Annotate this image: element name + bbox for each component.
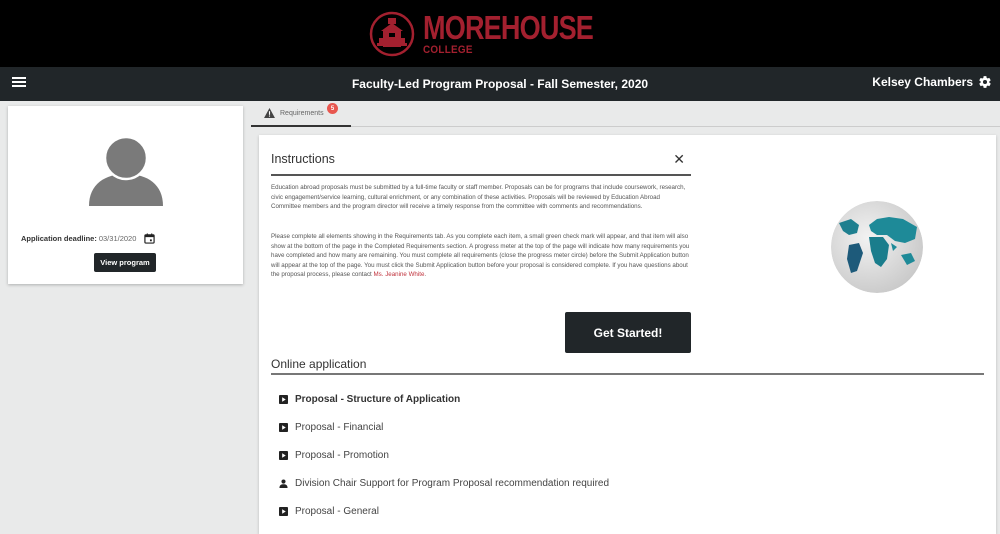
list-item[interactable]: Proposal - Structure of Application <box>279 385 609 413</box>
calendar-icon[interactable] <box>144 233 156 244</box>
app-bar: Faculty-Led Program Proposal - Fall Seme… <box>0 67 1000 101</box>
page-title: Faculty-Led Program Proposal - Fall Seme… <box>351 77 649 91</box>
profile-card: Application deadline: 03/31/2020 View pr… <box>8 106 243 284</box>
user-name[interactable]: Kelsey Chambers <box>872 75 973 89</box>
brand-header: MOREHOUSE COLLEGE <box>0 0 1000 67</box>
list-item[interactable]: Division Chair Support for Program Propo… <box>279 469 609 497</box>
instructions-paragraph: Please complete all elements showing in … <box>271 232 691 280</box>
form-icon <box>279 506 288 516</box>
warning-triangle-icon <box>264 108 275 118</box>
deadline-label: Application deadline: <box>21 234 97 243</box>
tab-requirements[interactable]: Requirements 5 <box>251 101 351 127</box>
person-icon <box>279 478 288 488</box>
application-list: Proposal - Structure of Application Prop… <box>279 385 609 525</box>
online-application-title: Online application <box>271 357 367 371</box>
instructions-text: Please complete all elements showing in … <box>271 233 690 279</box>
get-started-button[interactable]: Get Started! <box>565 312 691 353</box>
gear-icon[interactable] <box>978 75 992 89</box>
list-item[interactable]: Proposal - General <box>279 497 609 525</box>
list-item-label: Proposal - General <box>295 505 379 517</box>
instructions-title: Instructions <box>271 152 335 166</box>
list-item[interactable]: Proposal - Financial <box>279 413 609 441</box>
online-application-header: Online application <box>271 355 984 375</box>
list-item-label: Division Chair Support for Program Propo… <box>295 477 610 489</box>
instructions-paragraph: Education abroad proposals must be submi… <box>271 184 686 211</box>
tab-bar: Requirements 5 <box>251 101 1000 127</box>
view-program-button[interactable]: View program <box>94 253 156 272</box>
main-content-card: Instructions ✕ Education abroad proposal… <box>259 135 996 534</box>
tab-label: Requirements <box>280 109 324 117</box>
list-item-label: Proposal - Financial <box>295 421 384 433</box>
person-silhouette-icon <box>89 135 163 206</box>
list-item[interactable]: Proposal - Promotion <box>279 441 609 469</box>
instructions-text-end: . <box>424 271 427 279</box>
application-deadline: Application deadline: 03/31/2020 <box>21 233 156 244</box>
college-logo[interactable]: MOREHOUSE COLLEGE <box>369 11 630 57</box>
user-menu[interactable]: Kelsey Chambers <box>872 75 992 89</box>
form-icon <box>279 450 288 460</box>
college-name: MOREHOUSE <box>423 9 594 46</box>
form-icon <box>279 422 288 432</box>
college-seal-icon <box>370 11 415 56</box>
hamburger-menu-icon[interactable] <box>12 77 26 91</box>
close-icon[interactable]: ✕ <box>673 152 685 166</box>
world-globe-image <box>831 201 923 293</box>
contact-link[interactable]: Ms. Jeanine White <box>374 271 425 278</box>
form-icon <box>279 394 288 404</box>
college-subtitle: COLLEGE <box>423 44 474 56</box>
instructions-header: Instructions ✕ <box>271 149 691 176</box>
deadline-value: 03/31/2020 <box>98 234 137 243</box>
requirements-count-badge: 5 <box>327 103 338 114</box>
list-item-label: Proposal - Structure of Application <box>295 393 461 405</box>
list-item-label: Proposal - Promotion <box>295 449 389 461</box>
